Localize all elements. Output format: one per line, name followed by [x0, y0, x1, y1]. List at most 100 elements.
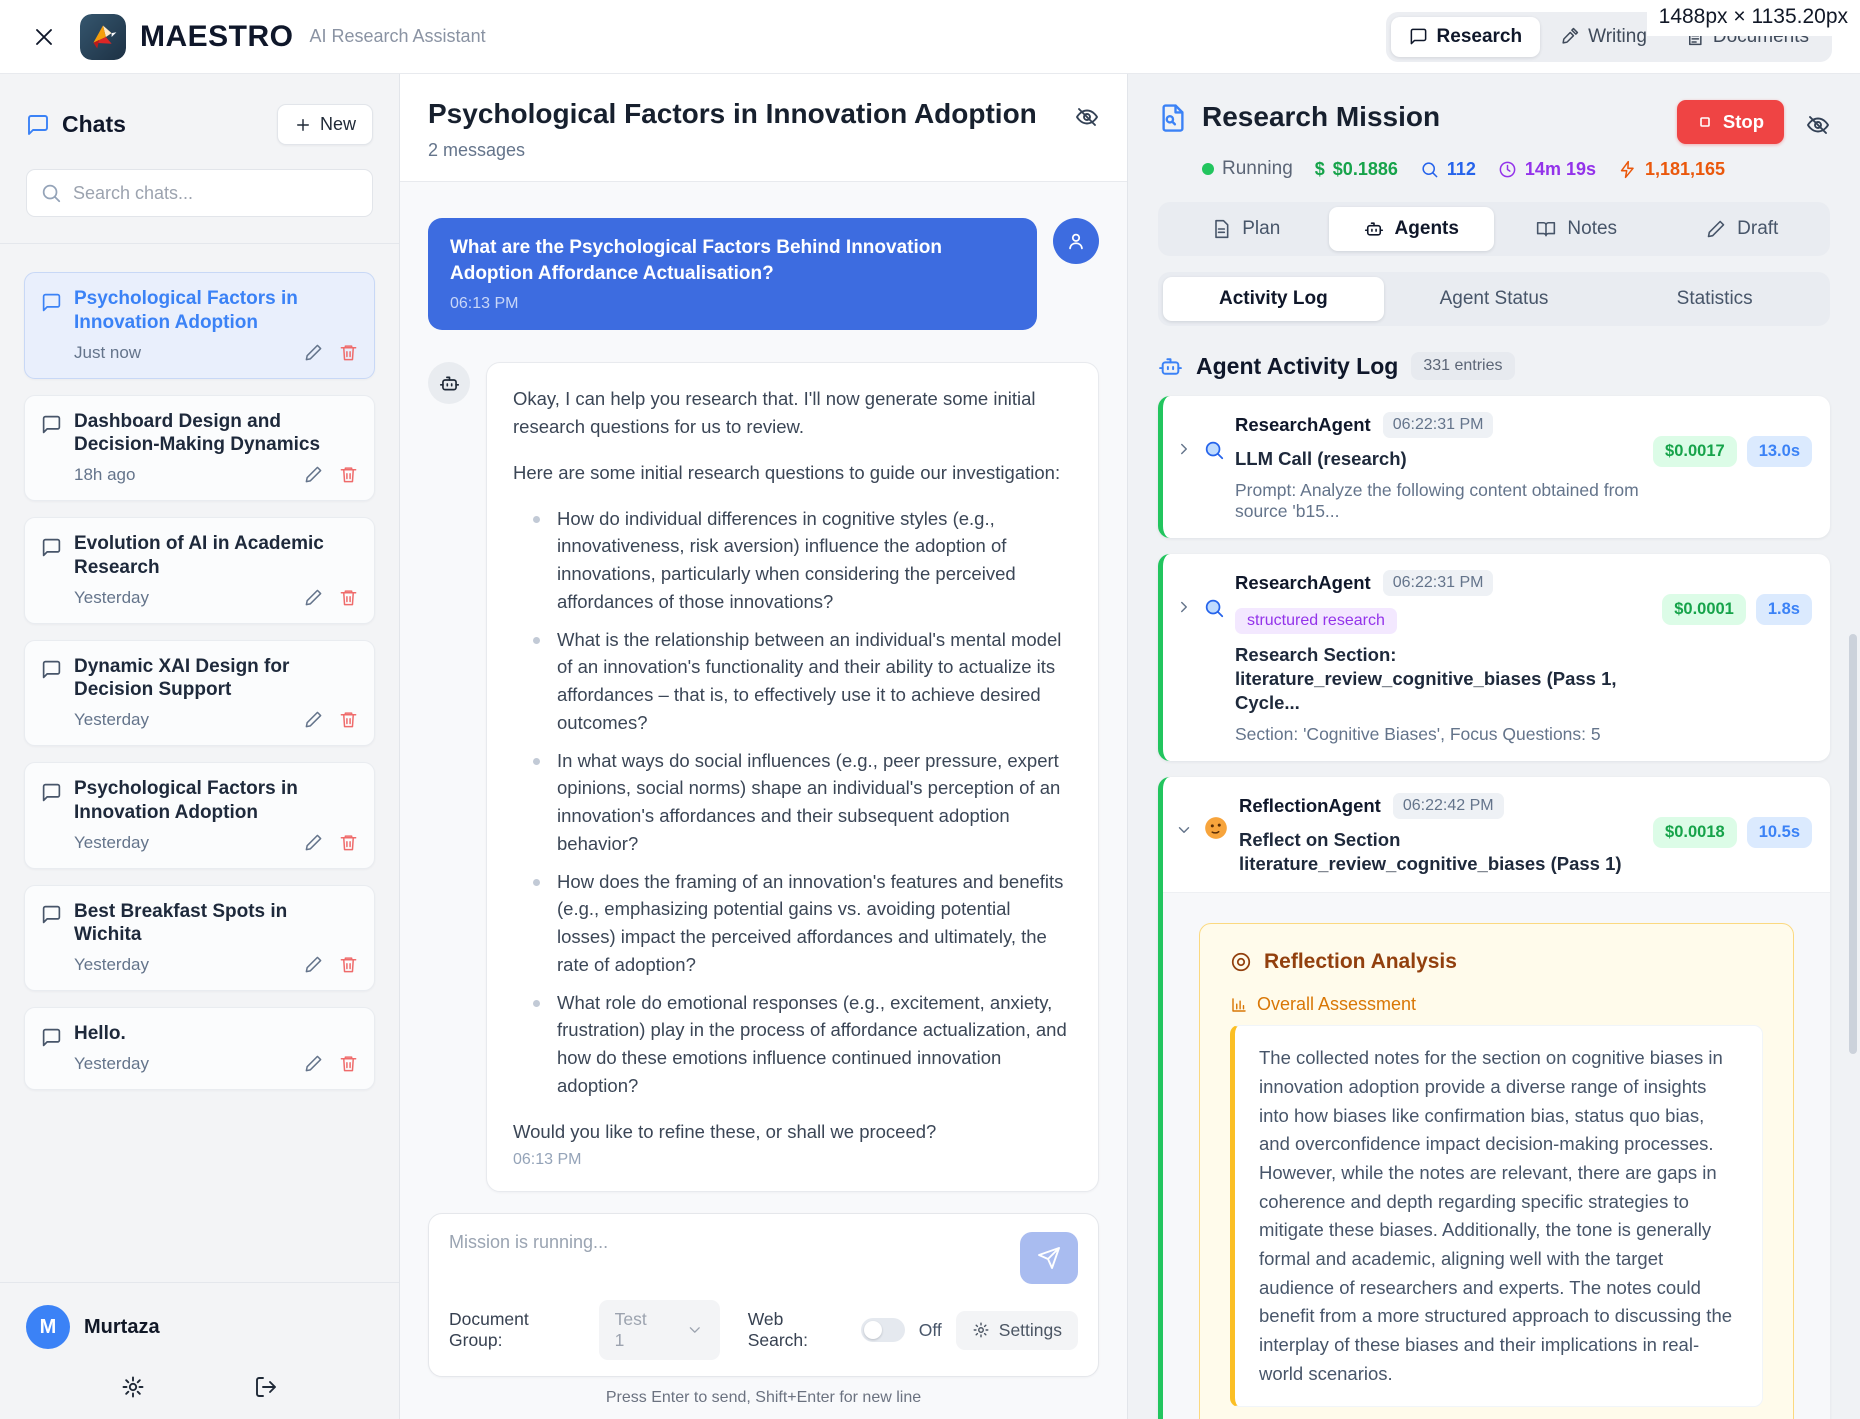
scrollbar-thumb[interactable] [1849, 634, 1857, 1054]
bar-chart-icon [1232, 998, 1246, 1012]
chat-title: Psychological Factors in Innovation Adop… [428, 98, 1037, 129]
user-avatar [1053, 218, 1099, 264]
activity-log-list: ResearchAgent 06:22:31 PM LLM Call (rese… [1128, 394, 1860, 1419]
web-search-toggle[interactable] [860, 1318, 905, 1342]
input-hint: Press Enter to send, Shift+Enter for new… [605, 1389, 922, 1406]
tab-draft[interactable]: Draft [1660, 207, 1826, 251]
tab-agents[interactable]: Agents [1328, 207, 1494, 251]
eye-icon [1231, 953, 1251, 972]
chat-bubble-icon [41, 780, 62, 854]
activity-log-entry[interactable]: ResearchAgent 06:22:31 PM structured res… [1158, 554, 1830, 762]
list-item: How does the framing of an innovation's … [527, 868, 1072, 979]
delete-chat-icon[interactable] [339, 342, 358, 364]
brand: MAESTRO AI Research Assistant [80, 13, 486, 60]
chat-bubble-icon [41, 658, 62, 732]
settings-gear-icon[interactable] [121, 1375, 145, 1399]
duration-badge: 13.0s [1746, 436, 1812, 467]
message-list: What are the Psychological Factors Behin… [400, 182, 1127, 1199]
chat-list-item[interactable]: Dashboard Design and Decision-Making Dyn… [24, 394, 375, 501]
cost-badge: $0.0001 [1662, 594, 1746, 626]
pencil-icon [1707, 220, 1725, 238]
chevron-right-icon[interactable] [1175, 596, 1193, 617]
message-input[interactable] [449, 1232, 1004, 1290]
subtab-agent-status[interactable]: Agent Status [1384, 277, 1605, 321]
agents-subtabs: Activity Log Agent Status Statistics [1158, 272, 1830, 326]
chat-message-count: 2 messages [428, 140, 526, 160]
queries-stat: 112 [1420, 159, 1476, 180]
entry-title: Research Section: literature_review_cogn… [1235, 644, 1617, 714]
stop-mission-button[interactable]: Stop [1676, 100, 1784, 144]
delete-chat-icon[interactable] [339, 1053, 358, 1075]
chevron-down-icon[interactable] [1175, 819, 1193, 840]
edit-chat-icon[interactable] [304, 342, 323, 364]
user-avatar[interactable]: M [26, 1305, 70, 1349]
message-time: 06:13 PM [450, 295, 519, 313]
chat-bubble-icon [41, 290, 62, 364]
chat-list-item[interactable]: Hello. Yesterday [24, 1007, 375, 1090]
tab-notes[interactable]: Notes [1494, 207, 1660, 251]
document-group-select[interactable]: Test 1 [598, 1300, 720, 1360]
chat-input-area: Document Group: Test 1 Web Search: Off S… [400, 1199, 1127, 1419]
thinking-face-icon [1203, 815, 1229, 841]
close-icon[interactable] [24, 17, 64, 57]
delete-chat-icon[interactable] [339, 709, 358, 731]
tokens-stat: 1,181,165 [1618, 159, 1725, 180]
plus-icon [297, 118, 309, 131]
chats-heading: Chats [26, 111, 126, 138]
status-badge: Running [1202, 158, 1293, 180]
chat-list-item[interactable]: Psychological Factors in Innovation Adop… [24, 762, 375, 869]
send-button[interactable] [1020, 1232, 1078, 1284]
list-item: How do individual differences in cogniti… [527, 505, 1072, 616]
search-icon [1203, 594, 1225, 620]
duration-badge: 10.5s [1746, 817, 1812, 849]
assistant-message-card: Okay, I can help you research that. I'll… [486, 362, 1099, 1193]
mission-tabs: Plan Agents Notes Draft [1158, 202, 1830, 256]
new-chat-button[interactable]: New [276, 104, 373, 145]
chat-bubble-icon [41, 535, 62, 609]
hide-panel-icon[interactable] [1075, 102, 1099, 130]
list-item: In what ways do social influences (e.g.,… [527, 747, 1072, 858]
chevron-down-icon [689, 1327, 701, 1333]
document-search-icon [1158, 100, 1188, 134]
research-mission-panel: Research Mission Stop Running $ $0.1886 … [1128, 74, 1860, 1419]
delete-chat-icon[interactable] [339, 587, 358, 609]
sidebar-footer: M Murtaza [0, 1282, 399, 1419]
entry-tag-badge: structured research [1235, 608, 1397, 635]
chat-list-item[interactable]: Evolution of AI in Academic Research Yes… [24, 517, 375, 624]
edit-chat-icon[interactable] [304, 709, 323, 731]
hide-panel-icon[interactable] [1806, 110, 1830, 138]
subtab-activity-log[interactable]: Activity Log [1163, 277, 1384, 321]
delete-chat-icon[interactable] [339, 464, 358, 486]
chats-sidebar: Chats New Psychologica [0, 74, 400, 1419]
agent-name: ResearchAgent [1235, 572, 1371, 594]
overall-assessment-label: Overall Assessment [1230, 994, 1763, 1015]
person-icon [1069, 233, 1083, 250]
search-chats-input[interactable] [26, 169, 373, 217]
chat-list-item[interactable]: Dynamic XAI Design for Decision Support … [24, 639, 375, 746]
edit-chat-icon[interactable] [304, 954, 323, 976]
clock-icon [1499, 161, 1516, 177]
edit-chat-icon[interactable] [304, 1053, 323, 1075]
duration-badge: 1.8s [1755, 594, 1812, 626]
edit-chat-icon[interactable] [304, 587, 323, 609]
overall-assessment-text: The collected notes for the section on c… [1230, 1025, 1763, 1408]
edit-chat-icon[interactable] [304, 464, 323, 486]
chat-bubble-icon [41, 903, 62, 977]
search-icon [42, 184, 61, 203]
tab-research[interactable]: Research [1390, 16, 1541, 57]
delete-chat-icon[interactable] [339, 954, 358, 976]
chevron-right-icon[interactable] [1175, 438, 1193, 459]
subtab-statistics[interactable]: Statistics [1604, 277, 1825, 321]
chat-settings-button[interactable]: Settings [955, 1310, 1078, 1350]
delete-chat-icon[interactable] [339, 832, 358, 854]
lightning-icon [1620, 160, 1634, 178]
activity-log-entry[interactable]: ResearchAgent 06:22:31 PM LLM Call (rese… [1158, 396, 1830, 539]
tab-plan[interactable]: Plan [1163, 207, 1329, 251]
chat-list-item[interactable]: Psychological Factors in Innovation Adop… [24, 272, 375, 379]
list-item: What role do emotional responses (e.g., … [527, 989, 1072, 1100]
edit-chat-icon[interactable] [304, 832, 323, 854]
logout-icon[interactable] [254, 1375, 278, 1399]
chat-list-item[interactable]: Best Breakfast Spots in Wichita Yesterda… [24, 884, 375, 991]
web-search-label: Web Search: [747, 1309, 809, 1350]
activity-log-entry-expanded[interactable]: ReflectionAgent 06:22:42 PM Reflect on S… [1158, 777, 1830, 1419]
